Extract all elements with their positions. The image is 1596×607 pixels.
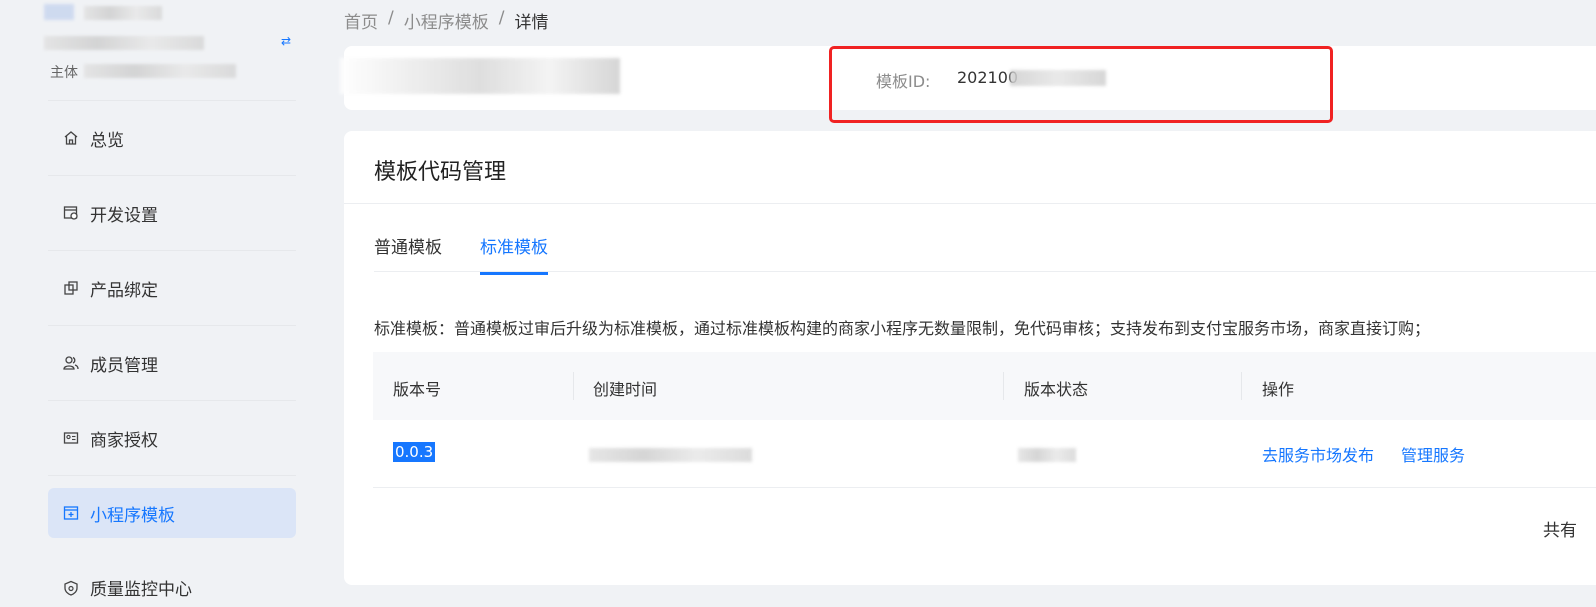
users-icon [62,354,80,372]
tabs-underline [374,271,1596,272]
version-table: 版本号 创建时间 版本状态 操作 0.0.3 去服务市场发布 管理服务 [373,352,1596,488]
pagination-total: 共有 [1543,521,1577,541]
breadcrumb-current: 详情 [514,13,549,33]
table-header: 版本号 创建时间 版本状态 操作 [373,352,1596,420]
sidebar-item-label: 小程序模板 [90,505,175,526]
shield-icon [62,579,80,597]
sidebar-nav: 总览 开发设置 产品绑定 成员管理 商家授权 小程序模板 质量监控中心 [48,101,296,607]
account-subject-redacted [84,64,236,78]
column-header-actions: 操作 [1262,380,1295,399]
template-plus-icon [62,504,80,522]
sidebar-item-product-binding[interactable]: 产品绑定 [48,251,296,326]
breadcrumb-separator: / [388,8,394,28]
template-name-redacted [340,58,620,94]
breadcrumb-home[interactable]: 首页 [344,8,378,33]
sidebar-item-mini-program-templates[interactable]: 小程序模板 [48,488,296,538]
version-number[interactable]: 0.0.3 [393,442,436,462]
sidebar-item-label: 商家授权 [90,430,158,451]
account-name-redacted [84,6,162,20]
breadcrumb-separator: / [498,8,505,28]
switch-account-icon[interactable]: ⇄ [281,35,294,47]
tab-normal-template[interactable]: 普通模板 [374,233,442,275]
column-header-created-time: 创建时间 [593,380,658,399]
id-card-icon [62,429,80,447]
sidebar-item-members[interactable]: 成员管理 [48,326,296,401]
sidebar-item-label: 总览 [90,130,124,151]
version-status-redacted [1018,448,1076,462]
sidebar-item-label: 质量监控中心 [90,580,192,600]
created-time-redacted [589,448,752,462]
card-title: 模板代码管理 [374,160,507,185]
account-id-redacted [44,36,204,50]
column-separator [1003,372,1004,400]
standard-template-description: 标准模板：普通模板过审后升级为标准模板，通过标准模板构建的商家小程序无数量限制，… [374,319,1431,338]
sidebar-item-overview[interactable]: 总览 [48,101,296,176]
settings-window-icon [62,204,80,222]
sidebar: ⇄ 主体 总览 开发设置 产品绑定 成员管理 商家授权 小程序模板 质量监控中心 [0,0,320,607]
sidebar-item-merchant-auth[interactable]: 商家授权 [48,401,296,476]
sidebar-item-label: 成员管理 [90,355,158,376]
column-separator [1241,372,1242,400]
account-info: ⇄ 主体 [0,0,320,100]
column-separator [573,372,574,400]
sidebar-item-label: 开发设置 [90,205,158,226]
template-tabs: 普通模板 标准模板 [374,233,548,275]
account-subject-label: 主体 [50,65,78,81]
account-logo [44,4,74,20]
tab-standard-template[interactable]: 标准模板 [480,233,548,275]
home-icon [62,129,80,147]
column-header-version-status: 版本状态 [1024,380,1089,399]
sidebar-item-label: 产品绑定 [90,280,158,301]
breadcrumb: 首页 / 小程序模板 / 详情 [344,8,548,33]
column-header-version: 版本号 [393,380,442,399]
divider [344,203,1596,204]
sidebar-item-quality-monitor[interactable]: 质量监控中心 [48,550,296,607]
breadcrumb-templates[interactable]: 小程序模板 [404,8,489,33]
manage-service-link[interactable]: 管理服务 [1401,442,1465,466]
publish-to-service-market-link[interactable]: 去服务市场发布 [1262,442,1374,466]
table-row: 0.0.3 去服务市场发布 管理服务 [373,420,1596,488]
highlight-annotation-box [829,46,1333,123]
sidebar-item-dev-settings[interactable]: 开发设置 [48,176,296,251]
link-squares-icon [62,279,80,297]
